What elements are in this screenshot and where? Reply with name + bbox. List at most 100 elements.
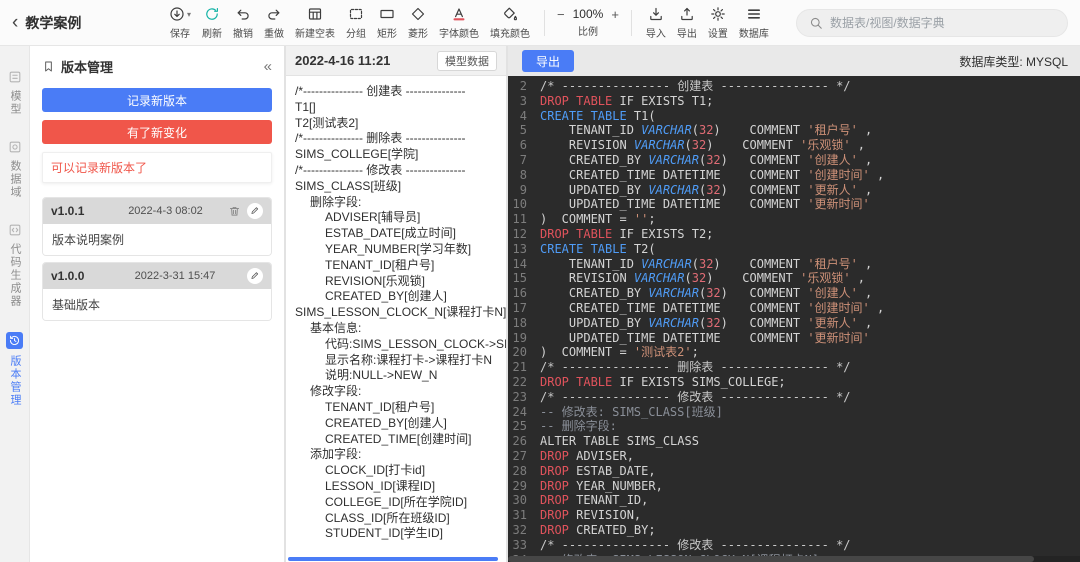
editor-scrollbar-thumb[interactable] (508, 556, 1034, 562)
tool-save[interactable]: ▾保存 (164, 3, 196, 43)
tool-fill-color[interactable]: 填充颜色 (485, 3, 535, 43)
back-button[interactable]: ‹ 教学案例 (12, 13, 162, 33)
tool-font-color[interactable]: 字体颜色 (434, 3, 484, 43)
code-line: 7 CREATED_BY VARCHAR(32) COMMENT '创建人' , (508, 153, 1080, 168)
diff-body[interactable]: /*--------------- 创建表 ---------------T1[… (286, 76, 506, 562)
code-line: 18 UPDATED_BY VARCHAR(32) COMMENT '更新人' … (508, 316, 1080, 331)
line-number: 14 (508, 257, 540, 272)
diff-line: 基本信息: (295, 321, 506, 337)
back-chevron-icon: ‹ (12, 13, 18, 32)
tool-export[interactable]: 导出 (672, 3, 702, 43)
diff-panel-header: 2022-4-16 11:21 模型数据 (286, 46, 506, 76)
model-data-button[interactable]: 模型数据 (437, 51, 497, 71)
sidebar-tab-label: 数据域 (9, 160, 20, 199)
line-number: 11 (508, 212, 540, 227)
code-generator-icon (8, 223, 22, 237)
tool-group[interactable]: 分组 (341, 3, 371, 43)
zoom-in-button[interactable]: + (611, 8, 619, 21)
line-number: 3 (508, 94, 540, 109)
code-line: 11) COMMENT = ''; (508, 212, 1080, 227)
code-text: /* --------------- 创建表 --------------- *… (540, 79, 851, 94)
code-text: DROP TABLE IF EXISTS T1; (540, 94, 713, 109)
diff-line: /*--------------- 创建表 --------------- (295, 84, 506, 100)
undo-icon (235, 6, 251, 22)
search-placeholder: 数据表/视图/数据字典 (830, 14, 945, 31)
tool-rect[interactable]: 矩形 (372, 3, 402, 43)
zoom-label: 比例 (578, 23, 598, 38)
tool-label: 填充颜色 (490, 25, 530, 40)
sidebar-tab-label: 版本管理 (9, 355, 20, 407)
version-card-header[interactable]: v1.0.1 2022-4-3 08:02 (43, 198, 271, 224)
tool-label: 菱形 (408, 25, 428, 40)
tool-label: 刷新 (202, 25, 222, 40)
tool-refresh[interactable]: 刷新 (197, 3, 227, 43)
edit-version-button[interactable] (247, 203, 263, 219)
version-card-header[interactable]: v1.0.0 2022-3-31 15:47 (43, 263, 271, 289)
sidebar-tab-label: 模型 (9, 90, 20, 116)
code-line: 16 CREATED_BY VARCHAR(32) COMMENT '创建人' … (508, 286, 1080, 301)
diff-line: CREATED_TIME[创建时间] (295, 432, 506, 448)
search-input[interactable]: 数据表/视图/数据字典 (796, 9, 1068, 37)
code-text: ALTER TABLE SIMS_CLASS (540, 434, 699, 449)
code-text: DROP TENANT_ID, (540, 493, 648, 508)
tool-database[interactable]: 数据库 (734, 3, 774, 43)
diff-line: SIMS_LESSON_CLOCK_N[课程打卡N] (295, 305, 506, 321)
tool-settings[interactable]: 设置 (703, 3, 733, 43)
line-number: 15 (508, 271, 540, 286)
tool-label: 设置 (708, 25, 728, 40)
tool-label: 重做 (264, 25, 284, 40)
tool-label: 分组 (346, 25, 366, 40)
line-number: 19 (508, 331, 540, 346)
code-text: DROP ESTAB_DATE, (540, 464, 656, 479)
version-time: 2022-3-31 15:47 (103, 270, 247, 282)
sidebar-tab-version[interactable]: 版本管理 (6, 332, 23, 407)
topbar: ‹ 教学案例 ▾保存刷新撤销重做新建空表分组矩形菱形字体颜色填充颜色 − 100… (0, 0, 1080, 46)
collapse-panel-icon[interactable]: « (264, 58, 272, 75)
diff-horizontal-scrollbar[interactable] (288, 557, 498, 561)
diff-line: 显示名称:课程打卡->课程打卡N (295, 353, 506, 369)
diff-line: CLASS_ID[所在班级ID] (295, 511, 506, 527)
tool-redo[interactable]: 重做 (259, 3, 289, 43)
line-number: 5 (508, 123, 540, 138)
sidebar-tab-code-generator[interactable]: 代码生成器 (8, 223, 22, 308)
code-text: CREATED_BY VARCHAR(32) COMMENT '创建人' , (540, 153, 872, 168)
code-line: 9 UPDATED_BY VARCHAR(32) COMMENT '更新人' , (508, 183, 1080, 198)
line-number: 16 (508, 286, 540, 301)
sidebar-tab-model[interactable]: 模型 (8, 70, 22, 116)
zoom-out-button[interactable]: − (557, 8, 565, 21)
sql-editor[interactable]: 2/* --------------- 创建表 --------------- … (508, 76, 1080, 562)
diff-line: REVISION[乐观锁] (295, 274, 506, 290)
search-icon (809, 16, 823, 30)
diff-line: CLOCK_ID[打卡id] (295, 463, 506, 479)
tool-diamond[interactable]: 菱形 (403, 3, 433, 43)
code-text: CREATE TABLE T2( (540, 242, 656, 257)
code-text: DROP REVISION, (540, 508, 641, 523)
record-version-button[interactable]: 记录新版本 (42, 88, 272, 112)
diff-line: COLLEGE_ID[所在学院ID] (295, 495, 506, 511)
code-text: -- 修改表: SIMS_CLASS[班级] (540, 405, 723, 420)
version-panel-title: 版本管理 (61, 57, 113, 76)
code-line: 24-- 修改表: SIMS_CLASS[班级] (508, 405, 1080, 420)
font-color-icon (451, 6, 467, 22)
refresh-icon (204, 6, 220, 22)
new-changes-button[interactable]: 有了新变化 (42, 120, 272, 144)
settings-icon (710, 6, 726, 22)
tool-import[interactable]: 导入 (641, 3, 671, 43)
code-panel-header: 导出 数据库类型: MYSQL (508, 46, 1080, 76)
code-line: 33/* --------------- 修改表 ---------------… (508, 538, 1080, 553)
tool-label: 导出 (677, 25, 697, 40)
toolbar-divider (631, 10, 632, 36)
version-hint: 可以记录新版本了 (42, 152, 272, 183)
tool-new-table[interactable]: 新建空表 (290, 3, 340, 43)
tool-undo[interactable]: 撤销 (228, 3, 258, 43)
delete-version-button[interactable] (228, 205, 241, 218)
fill-color-icon (502, 6, 518, 22)
sidebar-tab-data-domain[interactable]: 数据域 (8, 140, 22, 199)
editor-horizontal-scrollbar[interactable] (508, 556, 1080, 562)
line-number: 12 (508, 227, 540, 242)
diff-line: LESSON_ID[课程ID] (295, 479, 506, 495)
version-history-icon (6, 332, 23, 349)
edit-version-button[interactable] (247, 268, 263, 284)
line-number: 4 (508, 109, 540, 124)
export-sql-button[interactable]: 导出 (522, 50, 574, 72)
